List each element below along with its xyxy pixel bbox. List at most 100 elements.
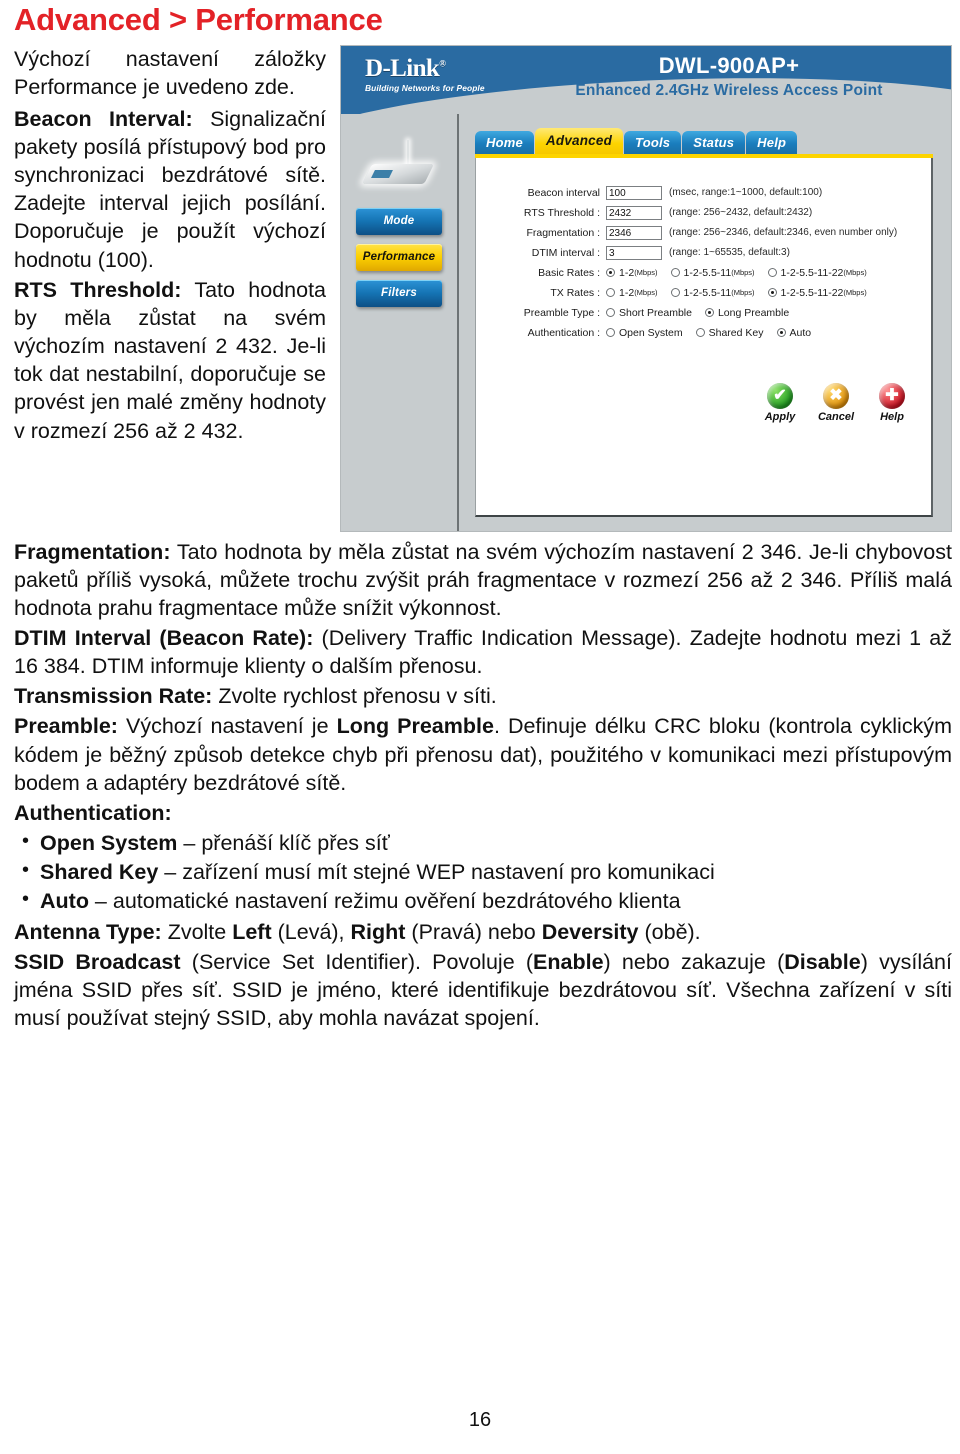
tab-home[interactable]: Home [475,130,534,154]
x-circle-icon: ✖ [823,382,849,409]
preamble-option-long-label: Long Preamble [717,306,790,319]
basic-rates-label: Basic Rates : [538,266,600,279]
term-dtim-interval: DTIM Interval (Beacon Rate): [14,626,314,651]
rts-threshold-label: RTS Threshold : [523,206,600,219]
bullet-term-open-system: Open System [40,831,178,856]
check-circle-icon: ✔ [767,382,793,409]
field-row-preamble-type: Preamble Type : Short Preamble Long Prea… [498,304,931,322]
device-led-shape [371,169,393,178]
preamble-type-label: Preamble Type : [523,306,600,319]
basic-rates-option-2[interactable]: 1-2-5.5-11 (Mbps) [670,267,755,279]
term-authentication: Authentication: [14,800,172,825]
term-right: Right [350,919,406,944]
tx-rates-option-2-unit: (Mbps) [731,288,755,298]
radio-icon[interactable] [670,288,680,298]
help-button[interactable]: ✚ Help [871,382,913,423]
preamble-type-group: Short Preamble Long Preamble [606,307,802,319]
basic-rates-option-1-label: 1-2 [619,266,635,279]
radio-icon[interactable] [767,268,777,278]
dtim-interval-hint: (range: 1~65535, default:3) [669,247,790,259]
dlink-logo: D-Link® Building Networks for People [365,56,485,93]
basic-rates-option-1[interactable]: 1-2 (Mbps) [606,267,658,279]
radio-icon[interactable] [606,328,615,338]
bullet-desc-open-system: – přenáší klíč přes síť [177,831,390,856]
term-long-preamble: Long Preamble [336,714,494,739]
text-antenna-2: (Levá), [271,919,351,944]
text-ssid-2: ) nebo zakazuje ( [603,949,785,974]
paragraph-transmission-rate: Transmission Rate: Zvolte rychlost přeno… [14,682,952,710]
auth-option-open-system-label: Open System [619,326,683,339]
basic-rates-option-3[interactable]: 1-2-5.5-11-22 (Mbps) [767,267,867,279]
tab-status[interactable]: Status [682,130,746,154]
fragmentation-input[interactable]: 2346 [606,225,662,240]
brand-name: D-Link [365,54,440,82]
text-rts-threshold: Tato hodnota by měla zůstat na svém vých… [14,277,326,443]
rts-threshold-input[interactable]: 2432 [606,205,662,220]
router-admin-screenshot: D-Link® Building Networks for People DWL… [340,44,952,532]
radio-icon[interactable] [695,328,705,338]
bullet-term-shared-key: Shared Key [40,860,159,885]
text-antenna-3: (Pravá) nebo [405,919,542,944]
apply-button[interactable]: ✔ Apply [759,382,801,423]
registered-mark: ® [439,58,446,69]
tx-rates-option-2[interactable]: 1-2-5.5-11 (Mbps) [670,286,755,299]
term-enable: Enable [533,949,604,974]
dtim-interval-input[interactable]: 3 [606,245,662,260]
term-disable: Disable [784,949,861,974]
text-antenna-4: (obě). [638,919,701,944]
paragraph-ssid-broadcast: SSID Broadcast (Service Set Identifier).… [14,948,952,1032]
authentication-label: Authentication : [527,326,600,339]
term-fragmentation: Fragmentation: [14,539,171,564]
paragraph-preamble: Preamble: Výchozí nastavení je Long Prea… [14,712,952,796]
sidebar-item-performance[interactable]: Performance [356,243,442,271]
cancel-button[interactable]: ✖ Cancel [815,382,857,423]
tab-tools[interactable]: Tools [624,130,682,154]
sidebar-item-filters[interactable]: Filters [356,279,442,307]
device-model-name: DWL-900AP+ [658,52,800,78]
radio-icon[interactable] [776,328,786,338]
tx-rates-option-2-label: 1-2-5.5-11 [683,286,732,299]
auth-option-open-system[interactable]: Open System [606,327,683,339]
action-buttons: ✔ Apply ✖ Cancel ✚ Help [759,382,913,423]
field-row-tx-rates: TX Rates : 1-2(Mbps) 1-2-5.5-11(Mbps) [498,284,931,302]
beacon-interval-label: Beacon interval [527,186,600,199]
help-button-label: Help [880,410,904,423]
radio-icon[interactable] [767,288,777,298]
settings-panel: Beacon interval 100 (msec, range:1~1000,… [475,157,933,517]
term-rts-threshold: RTS Threshold: [14,277,182,302]
auth-option-shared-key[interactable]: Shared Key [695,326,764,339]
term-beacon-interval: Beacon Interval: [14,106,193,131]
preamble-option-long[interactable]: Long Preamble [704,306,790,319]
tx-rates-option-3-label: 1-2-5.5-11-22 [780,286,844,299]
tx-rates-option-3[interactable]: 1-2-5.5-11-22 (Mbps) [767,286,867,299]
settings-form: Beacon interval 100 (msec, range:1~1000,… [476,184,931,342]
field-row-authentication: Authentication : Open System Shared Key [498,324,931,342]
radio-icon[interactable] [606,308,615,318]
cancel-button-label: Cancel [817,410,855,423]
radio-icon[interactable] [606,268,615,278]
apply-button-label: Apply [764,410,796,423]
paragraph-dtim-interval: DTIM Interval (Beacon Rate): (Delivery T… [14,624,952,680]
tab-advanced[interactable]: Advanced [534,127,624,154]
auth-option-shared-key-label: Shared Key [708,326,764,339]
radio-icon[interactable] [704,308,714,318]
field-row-rts-threshold: RTS Threshold : 2432 (range: 256~2432, d… [498,204,931,222]
tab-help[interactable]: Help [746,130,798,154]
list-item: Shared Key – zařízení musí mít stejné WE… [14,857,952,886]
bullet-desc-auto: – automatické nastavení režimu ověření b… [88,889,681,914]
page-title: Advanced > Performance [14,2,383,37]
radio-icon[interactable] [606,288,615,298]
field-row-fragmentation: Fragmentation : 2346 (range: 256~2346, d… [498,224,931,242]
tx-rates-option-3-unit: (Mbps) [843,288,867,298]
auth-option-auto[interactable]: Auto [776,327,811,339]
preamble-option-short[interactable]: Short Preamble [606,307,692,319]
beacon-interval-input[interactable]: 100 [606,185,662,200]
list-item: Open System – přenáší klíč přes síť [14,828,952,857]
term-deversity: Deversity [541,919,639,944]
radio-icon[interactable] [670,268,680,278]
tx-rates-option-1[interactable]: 1-2 (Mbps) [606,287,658,299]
sidebar-item-mode[interactable]: Mode [356,207,442,235]
term-preamble: Preamble: [14,714,118,739]
basic-rates-option-2-unit: (Mbps) [731,268,755,278]
access-point-icon [361,139,437,196]
